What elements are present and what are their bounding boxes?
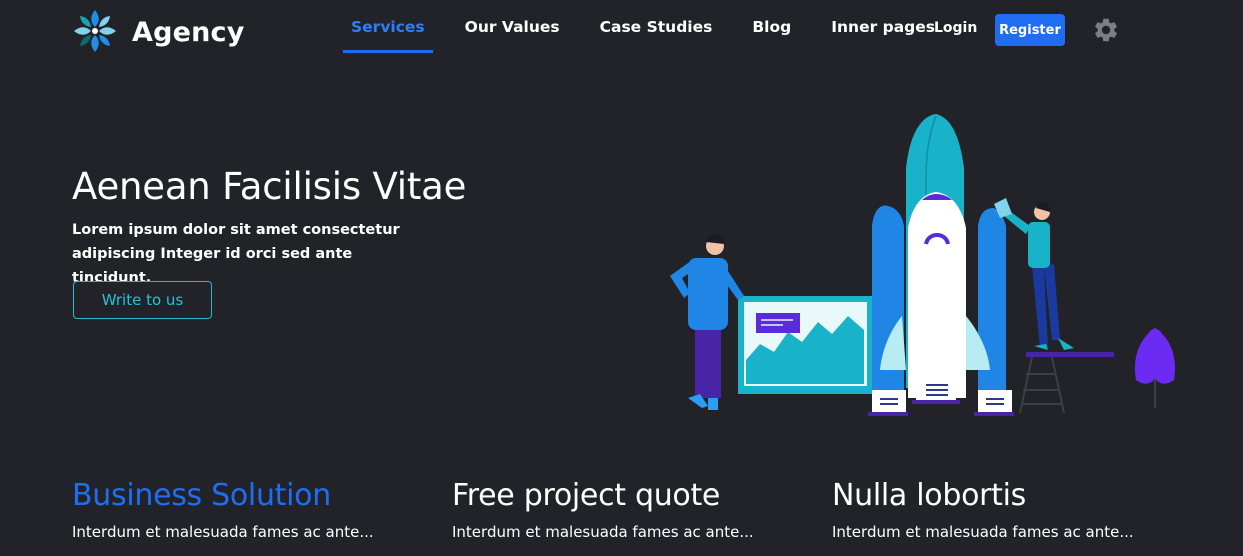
rocket-image: [868, 114, 1014, 416]
gear-icon[interactable]: [1092, 16, 1120, 44]
nav-item-blog[interactable]: Blog: [752, 0, 791, 54]
woman-figure-image: [994, 198, 1114, 414]
feature-free-project-quote: Free project quote Interdum et malesuada…: [452, 478, 812, 541]
plant-image: [1134, 328, 1176, 408]
feature-nulla-lobortis: Nulla lobortis Interdum et malesuada fam…: [832, 478, 1192, 541]
feature-text: Interdum et malesuada fames ac ante...: [832, 523, 1134, 541]
brand-logo[interactable]: Agency: [72, 8, 245, 54]
write-to-us-button[interactable]: Write to us: [73, 281, 212, 319]
feature-title[interactable]: Nulla lobortis: [832, 478, 1192, 513]
hero-description: Lorem ipsum dolor sit amet consectetur a…: [72, 222, 400, 286]
login-link[interactable]: Login: [934, 20, 977, 36]
feature-title[interactable]: Business Solution: [72, 478, 432, 513]
man-figure-image: [670, 233, 744, 410]
site-header: Agency Services Our Values Case Studies …: [0, 0, 1243, 62]
hero-title: Aenean Facilisis Vitae: [72, 165, 467, 208]
nav-item-services[interactable]: Services: [343, 0, 433, 54]
nav-item-case-studies[interactable]: Case Studies: [600, 0, 713, 54]
feature-title[interactable]: Free project quote: [452, 478, 812, 513]
main-nav: Services Our Values Case Studies Blog In…: [343, 0, 975, 62]
register-button[interactable]: Register: [995, 14, 1065, 46]
brand-name: Agency: [132, 16, 245, 48]
feature-business-solution: Business Solution Interdum et malesuada …: [72, 478, 432, 541]
rocket-launch-illustration: [670, 114, 1176, 416]
nav-item-inner-pages[interactable]: Inner pages: [831, 0, 935, 54]
feature-text: Interdum et malesuada fames ac ante...: [452, 523, 754, 541]
feature-text: Interdum et malesuada fames ac ante...: [72, 523, 374, 541]
nav-item-our-values[interactable]: Our Values: [465, 0, 560, 54]
flower-logo-icon: [74, 10, 116, 52]
chart-board-image: [738, 296, 873, 394]
